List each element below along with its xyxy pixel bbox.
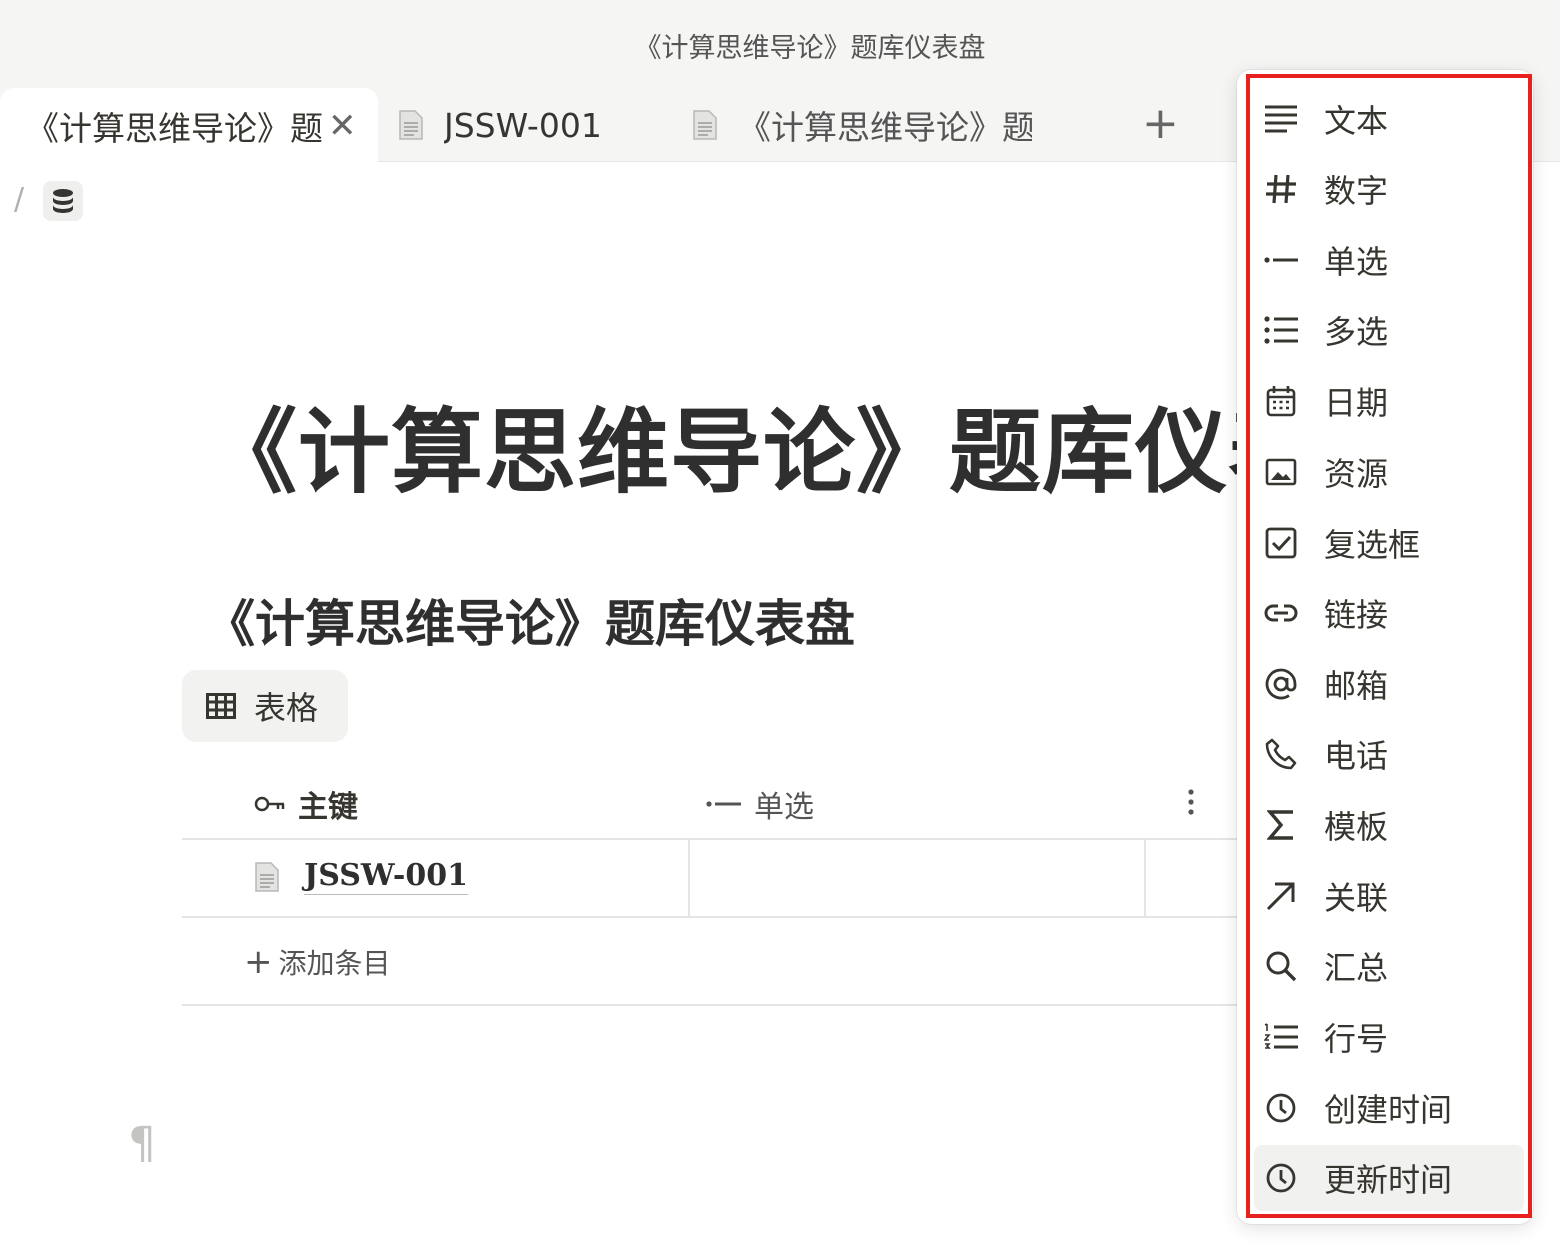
clock-icon: [1264, 1161, 1298, 1195]
database-title: 《计算思维导论》题库仪表盘: [205, 595, 855, 653]
phone-icon: [1264, 737, 1298, 771]
single-select-icon: [1264, 243, 1298, 277]
tab-label: 《计算思维导论》题库仪表盘: [738, 108, 1032, 147]
menu-item-text[interactable]: 文本: [1254, 86, 1524, 152]
menu-item-link[interactable]: 链接: [1254, 580, 1524, 646]
menu-item-created-time[interactable]: 创建时间: [1254, 1075, 1524, 1141]
menu-item-template[interactable]: 模板: [1254, 792, 1524, 858]
view-label: 表格: [254, 689, 319, 727]
menu-item-rollup[interactable]: 汇总: [1254, 933, 1524, 999]
table-header: 主键 单选: [182, 762, 1240, 840]
calendar-icon: [1264, 384, 1298, 418]
menu-item-label: 行号: [1324, 1020, 1389, 1058]
more-vertical-icon[interactable]: [1182, 784, 1200, 820]
column-header-single-select[interactable]: 单选: [706, 782, 814, 826]
menu-item-label: 电话: [1324, 737, 1389, 775]
menu-item-updated-time[interactable]: 更新时间: [1254, 1145, 1524, 1211]
tab-label: JSSW-001: [444, 105, 602, 145]
menu-item-label: 汇总: [1324, 949, 1389, 987]
table-row[interactable]: JSSW-001: [182, 840, 1240, 918]
menu-item-label: 邮箱: [1324, 667, 1389, 705]
window-title: 《计算思维导论》题库仪表盘: [634, 33, 986, 64]
image-icon: [1264, 455, 1298, 489]
at-icon: [1264, 667, 1298, 701]
menu-item-relation[interactable]: 关联: [1254, 863, 1524, 929]
menu-item-checkbox[interactable]: 复选框: [1254, 510, 1524, 576]
page-title: 《计算思维导论》题库仪表盘: [205, 399, 1415, 506]
column-label: 单选: [754, 790, 814, 825]
table-view-tab[interactable]: 表格: [182, 670, 348, 742]
search-icon: [1264, 949, 1298, 983]
menu-item-resource[interactable]: 资源: [1254, 439, 1524, 505]
document-icon: [693, 110, 717, 140]
menu-item-email[interactable]: 邮箱: [1254, 651, 1524, 717]
menu-item-phone[interactable]: 电话: [1254, 721, 1524, 787]
database-icon[interactable]: [43, 181, 83, 221]
add-entry-label: 添加条目: [278, 947, 391, 980]
column-label: 主键: [298, 790, 358, 825]
menu-item-multi-select[interactable]: 多选: [1254, 297, 1524, 363]
menu-item-label: 模板: [1324, 808, 1389, 846]
menu-item-label: 数字: [1324, 172, 1389, 210]
menu-item-date[interactable]: 日期: [1254, 368, 1524, 434]
document-icon: [255, 861, 279, 892]
numbered-list-icon: [1264, 1020, 1298, 1054]
close-icon[interactable]: ✕: [328, 106, 357, 146]
text-icon: [1264, 102, 1298, 136]
add-entry-row: + 添加条目: [182, 918, 1240, 1006]
menu-item-row-number[interactable]: 行号: [1254, 1004, 1524, 1070]
breadcrumb-separator: /: [14, 182, 25, 217]
hash-icon: [1264, 172, 1298, 206]
tab-jssw-001[interactable]: JSSW-001: [398, 88, 658, 162]
cell-divider: [1144, 840, 1146, 916]
menu-item-label: 日期: [1324, 384, 1389, 422]
column-header-primary-key[interactable]: 主键: [254, 782, 358, 826]
tab-label: 《计算思维导论》题库仪表盘: [26, 108, 322, 148]
menu-item-label: 关联: [1324, 879, 1389, 917]
multi-select-icon: [1264, 313, 1298, 347]
arrow-up-right-icon: [1264, 879, 1298, 913]
table-icon: [206, 693, 236, 719]
tab-dashboard-active[interactable]: 《计算思维导论》题库仪表盘 ✕: [0, 88, 378, 163]
menu-item-label: 链接: [1324, 596, 1389, 634]
plus-icon: +: [244, 942, 273, 982]
menu-item-number[interactable]: 数字: [1254, 156, 1524, 222]
key-icon: [254, 796, 285, 812]
row-title-cell[interactable]: JSSW-001: [254, 858, 468, 895]
menu-item-label: 复选框: [1324, 526, 1421, 564]
paragraph-mark-icon[interactable]: ¶: [128, 1118, 156, 1169]
add-entry-button[interactable]: + 添加条目: [244, 942, 391, 982]
checkbox-icon: [1264, 526, 1298, 560]
menu-item-label: 多选: [1324, 313, 1389, 351]
clock-icon: [1264, 1091, 1298, 1125]
link-icon: [1264, 596, 1298, 630]
tab-dashboard[interactable]: 《计算思维导论》题库仪表盘: [692, 88, 1042, 162]
menu-item-label: 单选: [1324, 243, 1389, 281]
document-icon: [399, 110, 423, 140]
row-title[interactable]: JSSW-001: [304, 858, 468, 895]
single-select-icon: [706, 801, 741, 807]
new-tab-plus-icon[interactable]: +: [1142, 98, 1179, 150]
cell-divider: [688, 840, 690, 916]
menu-item-label: 更新时间: [1324, 1161, 1453, 1199]
menu-item-label: 资源: [1324, 455, 1389, 493]
menu-item-label: 文本: [1324, 102, 1389, 140]
menu-item-single-select[interactable]: 单选: [1254, 227, 1524, 293]
menu-item-label: 创建时间: [1324, 1091, 1453, 1129]
sigma-icon: [1264, 808, 1298, 842]
